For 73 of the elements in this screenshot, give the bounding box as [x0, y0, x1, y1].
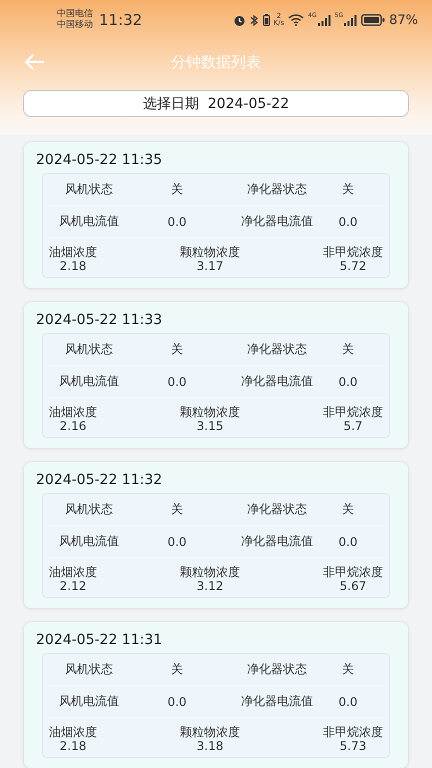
reading-label: 非甲烷浓度 — [323, 565, 383, 579]
reading-label: 油烟浓度 — [49, 245, 97, 259]
reading-value: 5.72 — [340, 259, 366, 273]
reading-value: 5.7 — [343, 419, 363, 433]
field-label: 净化器电流值 — [241, 213, 313, 230]
field-label: 净化器电流值 — [241, 373, 313, 390]
reading-label: 油烟浓度 — [49, 725, 97, 739]
field-label: 风机状态 — [65, 661, 113, 678]
battery-percent: 87% — [389, 12, 418, 28]
field-label: 风机状态 — [65, 341, 113, 358]
field-value: 0.0 — [338, 214, 358, 228]
reading-label: 油烟浓度 — [49, 565, 97, 579]
reading-value: 2.12 — [60, 579, 86, 593]
reading-value: 5.73 — [340, 739, 366, 753]
field-label: 净化器状态 — [247, 501, 307, 518]
field-value: 0.0 — [167, 534, 187, 548]
reading-label: 非甲烷浓度 — [323, 725, 383, 739]
reading-value: 5.67 — [340, 579, 366, 593]
reading-label: 非甲烷浓度 — [323, 245, 383, 259]
reading-label: 非甲烷浓度 — [323, 405, 383, 419]
battery-small-icon — [262, 14, 270, 26]
field-label: 风机状态 — [65, 501, 113, 518]
field-label: 风机电流值 — [59, 213, 119, 230]
field-value: 关 — [342, 181, 354, 198]
reading-label: 颗粒物浓度 — [180, 565, 240, 579]
field-value: 关 — [342, 341, 354, 358]
field-value: 关 — [171, 661, 183, 678]
record-time: 2024-05-22 11:35 — [36, 152, 162, 168]
bluetooth-icon — [250, 14, 259, 26]
field-value: 0.0 — [338, 374, 358, 388]
record-time: 2024-05-22 11:31 — [36, 632, 162, 648]
reading-label: 颗粒物浓度 — [180, 725, 240, 739]
field-value: 关 — [342, 661, 354, 678]
reading-label: 颗粒物浓度 — [180, 405, 240, 419]
field-value: 关 — [171, 341, 183, 358]
field-value: 0.0 — [167, 694, 187, 708]
reading-value: 3.18 — [196, 739, 224, 753]
field-value: 关 — [171, 181, 183, 198]
signal-icon — [344, 14, 358, 26]
field-label: 风机电流值 — [59, 533, 119, 550]
reading-value: 3.17 — [196, 259, 224, 273]
battery-icon — [361, 14, 386, 26]
field-label: 净化器状态 — [247, 661, 307, 678]
page-title: 分钟数据列表 — [171, 52, 261, 72]
field-value: 关 — [171, 501, 183, 518]
record-time: 2024-05-22 11:32 — [36, 472, 162, 488]
clock-time: 11:32 — [99, 11, 142, 29]
record-time: 2024-05-22 11:33 — [36, 312, 162, 328]
field-value: 0.0 — [167, 374, 187, 388]
reading-label: 颗粒物浓度 — [180, 245, 240, 259]
carrier-name: 中国移动 — [57, 20, 93, 31]
wifi-icon — [288, 14, 304, 26]
field-label: 风机状态 — [65, 181, 113, 198]
reading-label: 油烟浓度 — [49, 405, 97, 419]
field-label: 净化器电流值 — [241, 693, 313, 710]
field-label: 风机电流值 — [59, 373, 119, 390]
field-value: 0.0 — [338, 694, 358, 708]
field-value: 关 — [342, 501, 354, 518]
field-label: 风机电流值 — [59, 693, 119, 710]
reading-value: 3.15 — [196, 419, 224, 433]
field-label: 净化器状态 — [247, 341, 307, 358]
date-picker-button[interactable]: 选择日期 2024-05-22 — [23, 90, 409, 117]
signal-icon — [318, 14, 331, 26]
field-label: 净化器电流值 — [241, 533, 313, 550]
reading-value: 2.16 — [60, 419, 86, 433]
field-value: 0.0 — [338, 534, 358, 548]
reading-value: 2.18 — [60, 739, 86, 753]
carrier-name: 中国电信 — [57, 9, 93, 20]
reading-value: 3.12 — [196, 579, 224, 593]
field-value: 0.0 — [167, 214, 187, 228]
reading-value: 2.18 — [60, 259, 86, 273]
field-label: 净化器状态 — [247, 181, 307, 198]
back-arrow-icon[interactable] — [24, 54, 44, 70]
